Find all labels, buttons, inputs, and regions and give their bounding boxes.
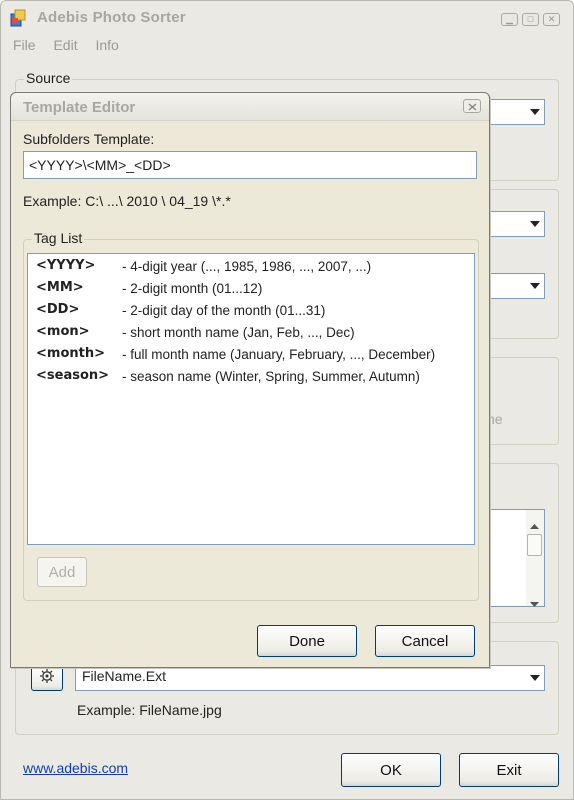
- template-example: Example: C:\ ...\ 2010 \ 04_19 \*.*: [23, 193, 231, 209]
- filename-example: Example: FileName.jpg: [77, 702, 222, 718]
- exit-button[interactable]: Exit: [459, 753, 559, 787]
- menu-edit[interactable]: Edit: [53, 37, 77, 53]
- chevron-down-icon[interactable]: [525, 101, 543, 123]
- log-scrollbar[interactable]: [526, 510, 544, 607]
- close-icon: [468, 98, 477, 114]
- app-icon: [9, 9, 27, 27]
- subfolders-template-label: Subfolders Template:: [23, 131, 155, 147]
- tag-description: - short month name (Jan, Feb, ..., Dec): [122, 325, 355, 340]
- tag-description: - 2-digit day of the month (01...31): [122, 303, 326, 318]
- menu-info[interactable]: Info: [95, 37, 118, 53]
- tag-description: - season name (Winter, Spring, Summer, A…: [122, 369, 420, 384]
- source-group-label: Source: [24, 70, 73, 86]
- tag-name: <MM>: [36, 280, 84, 295]
- chevron-down-icon[interactable]: [525, 275, 543, 297]
- ok-button[interactable]: OK: [341, 753, 441, 787]
- tag-name: <season>: [36, 368, 110, 383]
- dialog-title: Template Editor: [23, 99, 136, 116]
- dialog-close-button[interactable]: [463, 99, 481, 113]
- minimize-icon: ▁: [506, 14, 513, 24]
- tag-list-label: Tag List: [32, 230, 85, 246]
- maximize-icon: □: [527, 14, 534, 24]
- scroll-up-icon[interactable]: [530, 516, 539, 532]
- menu-bar: File Edit Info: [13, 37, 133, 55]
- dialog-titlebar[interactable]: Template Editor: [11, 93, 489, 121]
- tag-description: - full month name (January, February, ..…: [122, 347, 436, 362]
- gear-icon: [37, 668, 57, 688]
- maximize-button[interactable]: □: [522, 13, 539, 26]
- close-icon: ✕: [547, 14, 556, 24]
- filename-template-combo[interactable]: FileName.Ext: [75, 665, 545, 691]
- cancel-button[interactable]: Cancel: [375, 625, 475, 657]
- subfolders-template-input[interactable]: <YYYY>\<MM>_<DD>: [23, 151, 477, 179]
- menu-file[interactable]: File: [13, 37, 36, 53]
- template-editor-dialog: Template Editor Subfolders Template: <YY…: [10, 92, 490, 668]
- tag-name: <month>: [36, 346, 105, 361]
- tag-description: - 2-digit month (01...12): [122, 281, 263, 296]
- tag-name: <DD>: [36, 302, 80, 317]
- scroll-thumb[interactable]: [527, 534, 542, 556]
- tag-name: <YYYY>: [36, 258, 96, 273]
- main-titlebar[interactable]: Adebis Photo Sorter ▁ □ ✕: [9, 9, 569, 31]
- chevron-down-icon[interactable]: [525, 213, 543, 235]
- minimize-button[interactable]: ▁: [501, 13, 518, 26]
- filename-template-value: FileName.Ext: [82, 668, 167, 684]
- website-link[interactable]: www.adebis.com: [23, 760, 128, 776]
- close-button[interactable]: ✕: [543, 13, 560, 26]
- done-button[interactable]: Done: [257, 625, 357, 657]
- tag-name: <mon>: [36, 324, 90, 339]
- window-title: Adebis Photo Sorter: [37, 9, 186, 26]
- chevron-down-icon[interactable]: [525, 667, 543, 689]
- tag-list[interactable]: <YYYY> - 4-digit year (..., 1985, 1986, …: [27, 253, 475, 545]
- tag-description: - 4-digit year (..., 1985, 1986, ..., 20…: [122, 259, 372, 274]
- add-button[interactable]: Add: [37, 557, 87, 587]
- filename-settings-button[interactable]: [31, 665, 63, 691]
- scroll-down-icon[interactable]: [530, 594, 539, 610]
